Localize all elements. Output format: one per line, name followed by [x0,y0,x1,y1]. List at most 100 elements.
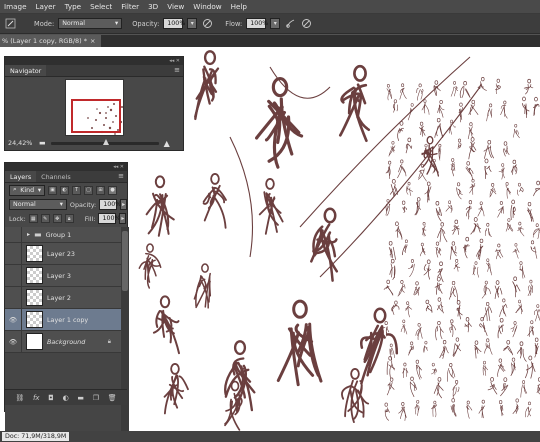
filter-smart-icon[interactable]: ⊞ [96,185,105,195]
pressure-size-icon[interactable] [300,18,312,30]
document-size[interactable]: Doc: 71,9M/318,9M [2,432,70,441]
menu-help[interactable]: Help [231,2,247,11]
filter-adjustment-icon[interactable]: ◐ [60,185,69,195]
fill-input[interactable]: 100% [98,213,120,224]
link-layers-icon[interactable]: ⛓ [15,394,24,402]
layer-opacity-dropdown[interactable]: ▸ [120,199,127,210]
filter-row: ⌕ Kind ▾ ▣ ◐ T ▢ ⊞ ● [5,183,127,197]
flow-input[interactable]: 100% [246,18,268,29]
visibility-toggle[interactable] [5,287,22,308]
filter-type-icon[interactable]: T [72,185,81,195]
sketch-figure [449,241,458,260]
sketch-figure [405,137,413,154]
sketch-figure [534,337,539,358]
flow-dropdown[interactable]: ▾ [270,18,281,29]
layer-row-layer-1-copy[interactable]: 👁︎ Layer 1 copy [5,309,121,331]
panel-menu-icon[interactable]: ≡ [118,172,124,180]
visibility-toggle[interactable]: 👁︎ [5,309,22,330]
layer-name[interactable]: Group 1 [46,231,72,239]
opacity-input[interactable]: 100% [163,18,185,29]
menu-type[interactable]: Type [65,2,82,11]
sketch-figure [467,122,474,140]
adjustment-layer-icon[interactable]: ◐ [63,394,69,402]
zoom-out-icon[interactable]: ▬ [39,139,46,147]
sketch-figure [163,363,189,415]
sketch-figure [533,180,540,197]
layer-row-layer-3[interactable]: Layer 3 [5,265,121,287]
panel-header[interactable]: ◂◂ ✕ [5,57,183,65]
lock-pixels-icon[interactable]: ✎ [40,214,50,223]
sketch-figure [477,201,485,217]
visibility-toggle[interactable] [5,243,22,264]
layer-opacity-input[interactable]: 100% [99,199,121,210]
menu-3d[interactable]: 3D [148,2,158,11]
panel-header[interactable]: ◂◂ ✕ [5,163,127,171]
sketch-figure [438,143,442,161]
layer-row-group-1[interactable]: ▸ ▬ Group 1 [5,227,121,243]
sketch-figure [425,299,433,313]
layer-name[interactable]: Layer 1 copy [47,316,88,324]
disclosure-triangle-icon[interactable]: ▸ [27,231,30,238]
sketch-figure [399,83,407,100]
collapse-arrows-icon[interactable]: ◂◂ ✕ [169,58,180,64]
chevron-down-icon: ▾ [115,20,119,27]
visibility-toggle[interactable]: 👁︎ [5,331,22,352]
sketch-figure [510,357,516,377]
menu-image[interactable]: Image [4,2,27,11]
filter-pixel-icon[interactable]: ▣ [48,185,57,195]
panel-menu-icon[interactable]: ≡ [174,66,180,74]
sketch-figure [482,301,493,322]
document-tab[interactable]: % (Layer 1 copy, RGB/8) * × [0,35,102,47]
sketch-figure [401,200,407,213]
zoom-value[interactable]: 24,42% [8,139,34,147]
new-group-icon[interactable]: ▬ [77,394,84,402]
mode-label: Mode: [34,19,55,28]
zoom-slider[interactable] [50,138,159,145]
pressure-opacity-icon[interactable] [201,18,213,30]
layer-row-layer-2[interactable]: Layer 2 [5,287,121,309]
visibility-toggle[interactable] [5,265,22,286]
layer-name[interactable]: Layer 3 [47,272,71,280]
filter-kind-select[interactable]: ⌕ Kind ▾ [9,184,45,196]
visibility-toggle[interactable] [5,227,22,242]
layer-name[interactable]: Layer 23 [47,250,75,258]
layer-name[interactable]: Background [47,338,85,346]
brush-panel-icon[interactable] [4,18,16,30]
search-icon: ⌕ [13,186,17,193]
opacity-dropdown[interactable]: ▾ [187,18,198,29]
collapse-arrows-icon[interactable]: ◂◂ ✕ [113,164,124,170]
navigator-view-box[interactable] [71,99,121,133]
filter-toggle-icon[interactable]: ● [108,185,117,195]
menu-filter[interactable]: Filter [121,2,139,11]
menu-view[interactable]: View [167,2,184,11]
trash-icon[interactable]: 🗑︎ [108,394,117,402]
layer-row-layer-23[interactable]: Layer 23 [5,243,121,265]
tab-navigator[interactable]: Navigator [5,65,47,76]
sketch-figure [193,263,212,309]
layer-style-icon[interactable]: fx [33,394,40,402]
filter-shape-icon[interactable]: ▢ [84,185,93,195]
tab-channels[interactable]: Channels [36,171,76,182]
sketch-figure [433,377,444,399]
close-icon[interactable]: × [90,37,95,45]
menu-select[interactable]: Select [90,2,112,11]
zoom-in-icon[interactable]: ▲ [164,139,170,148]
layer-name[interactable]: Layer 2 [47,294,71,302]
layer-row-background[interactable]: 👁︎ Background 🔒︎ [5,331,121,353]
lock-position-icon[interactable]: ✥ [52,214,62,223]
tab-layers[interactable]: Layers [5,171,37,182]
blend-mode-select[interactable]: Normal ▾ [9,199,67,210]
fill-dropdown[interactable]: ▸ [119,213,127,224]
sketch-figure [415,359,422,380]
new-layer-icon[interactable]: ❐ [93,394,99,402]
menu-layer[interactable]: Layer [36,2,56,11]
mode-select[interactable]: Normal ▾ [58,18,123,29]
lock-transparency-icon[interactable]: ▦ [28,214,38,223]
sketch-figure [474,340,482,359]
layer-mask-icon[interactable]: ◘ [48,394,54,402]
sketch-figure [152,295,180,355]
airbrush-icon[interactable] [284,18,296,30]
menu-window[interactable]: Window [193,2,221,11]
blend-row: Normal ▾ Opacity: 100% ▸ [5,198,127,211]
lock-all-icon[interactable]: 🔒︎ [64,214,74,223]
